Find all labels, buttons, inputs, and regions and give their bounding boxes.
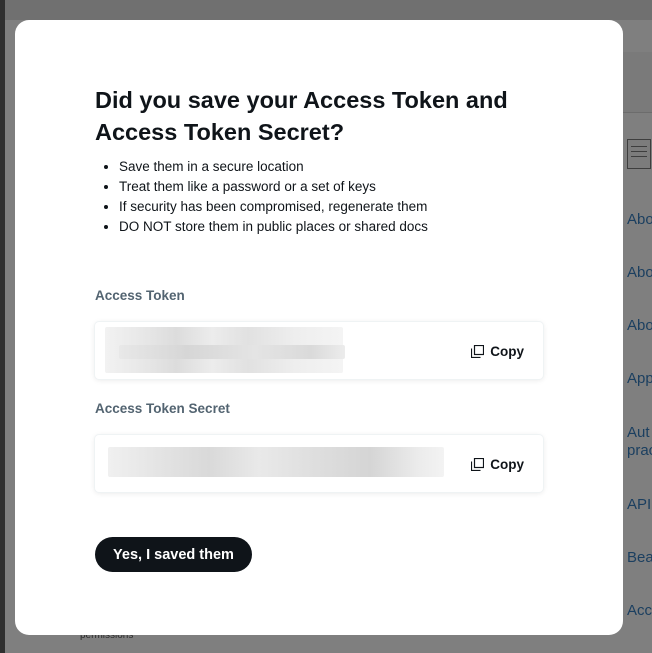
background-link: Aut bbox=[627, 424, 650, 441]
background-link: Abo bbox=[627, 317, 652, 334]
background-link: prac bbox=[627, 442, 652, 459]
copy-label: Copy bbox=[490, 343, 524, 359]
document-thumbnail-icon bbox=[627, 139, 651, 169]
redacted-token-row bbox=[119, 345, 345, 359]
copy-label: Copy bbox=[490, 456, 524, 472]
redacted-secret-value bbox=[108, 447, 444, 477]
tip-item: If security has been compromised, regene… bbox=[119, 197, 428, 217]
tip-item: Treat them like a password or a set of k… bbox=[119, 177, 428, 197]
background-link: App bbox=[627, 370, 652, 387]
save-token-dialog: Did you save your Access Token and Acces… bbox=[15, 20, 623, 635]
tip-item: DO NOT store them in public places or sh… bbox=[119, 217, 428, 237]
background-link: Abo bbox=[627, 211, 652, 228]
background-link: API bbox=[627, 496, 652, 513]
background-header bbox=[5, 0, 652, 20]
copy-access-token-button[interactable]: Copy bbox=[471, 341, 524, 361]
background-link: Acc bbox=[627, 602, 652, 619]
access-token-field: Copy bbox=[95, 322, 543, 379]
copy-access-token-secret-button[interactable]: Copy bbox=[471, 454, 524, 474]
dialog-title: Did you save your Access Token and Acces… bbox=[95, 87, 508, 145]
copy-icon bbox=[471, 457, 485, 471]
access-token-label: Access Token bbox=[95, 288, 185, 303]
security-tips-list: Save them in a secure location Treat the… bbox=[95, 157, 428, 237]
background-link: Bea bbox=[627, 549, 652, 566]
access-token-secret-field: Copy bbox=[95, 435, 543, 492]
background-link: Abo bbox=[627, 264, 652, 281]
copy-icon bbox=[471, 344, 485, 358]
confirm-saved-button[interactable]: Yes, I saved them bbox=[95, 537, 252, 572]
background-sidebar bbox=[0, 0, 5, 653]
tip-item: Save them in a secure location bbox=[119, 157, 428, 177]
access-token-secret-label: Access Token Secret bbox=[95, 401, 230, 416]
